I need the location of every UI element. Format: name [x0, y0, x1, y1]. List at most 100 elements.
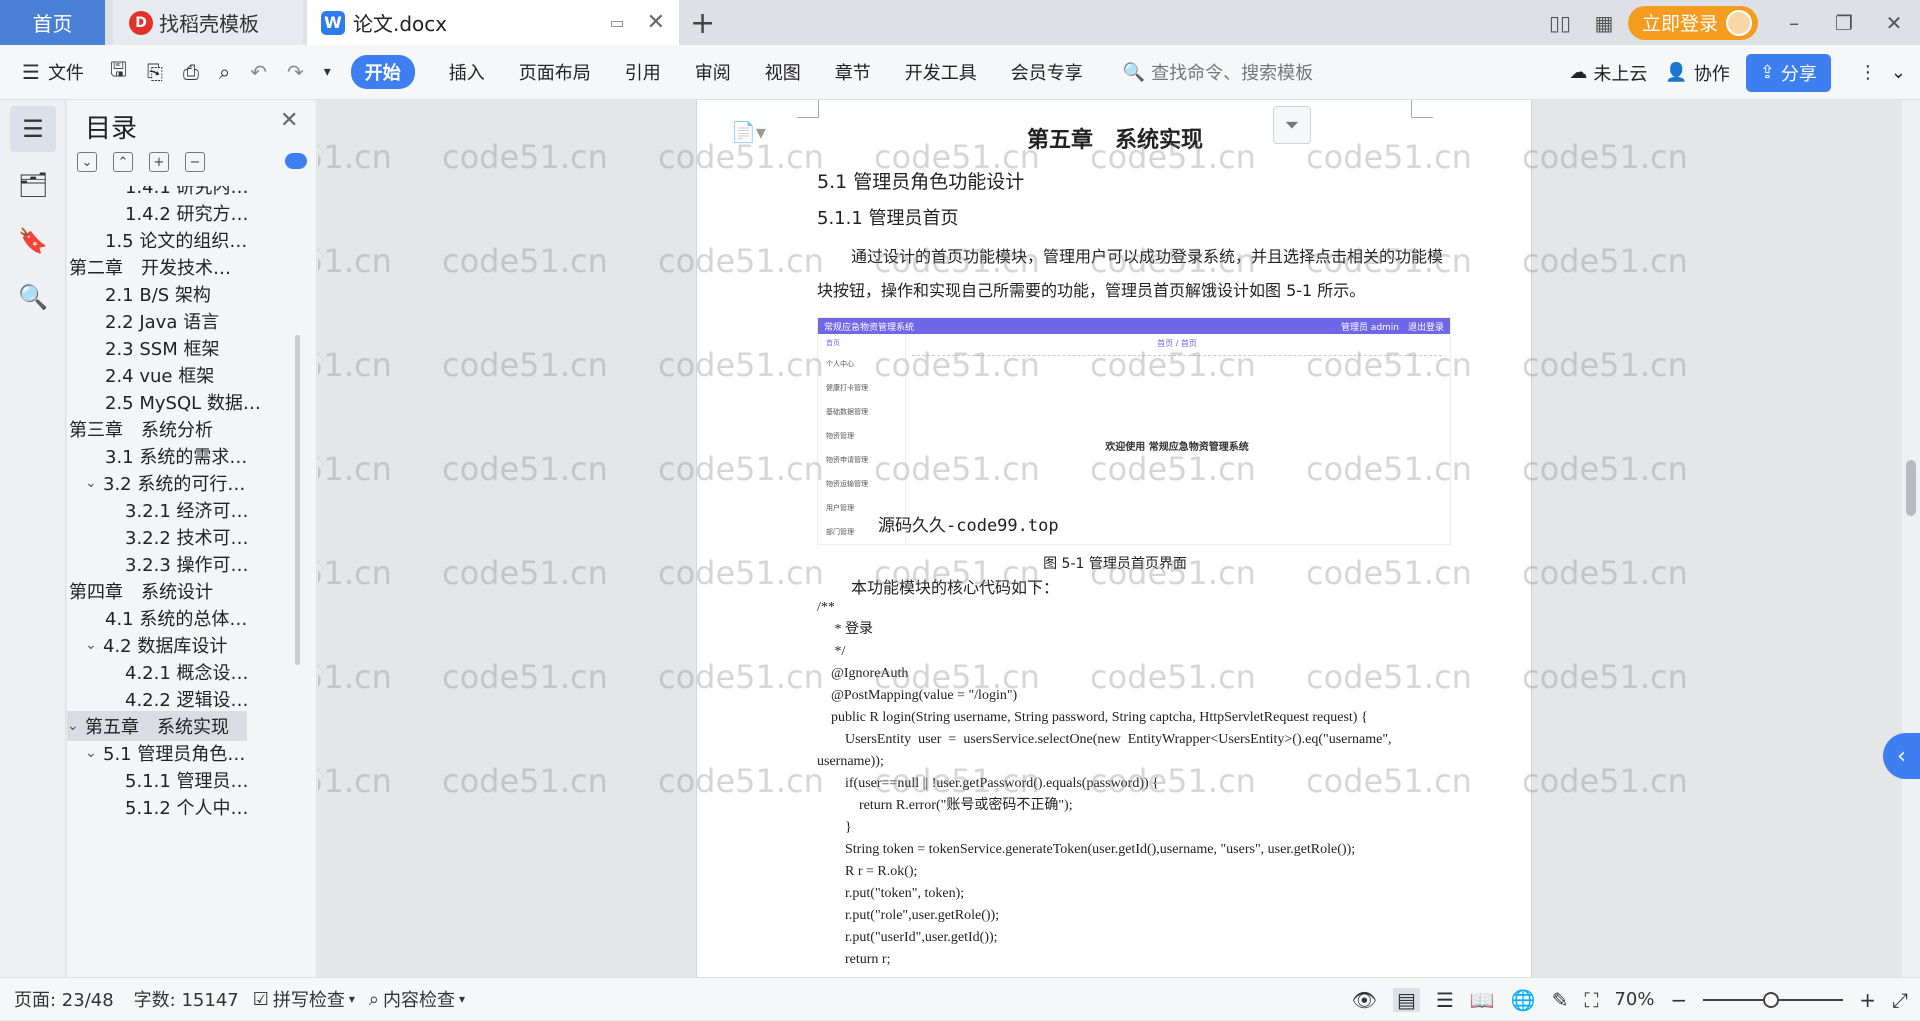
more-options-icon[interactable]: ⋮	[1859, 62, 1877, 83]
toc-item[interactable]: 2.4 vue 框架	[105, 360, 214, 390]
toc-item[interactable]: 4.2.1 概念设…	[125, 657, 249, 687]
remove-heading-icon[interactable]: −	[185, 152, 205, 172]
toc-pane: 目录 ✕ ⌄ ⌃ + − 1.4.1 研究内… 1.4.2 研究方… 1.5 论文的…	[67, 100, 317, 977]
word-count[interactable]: 字数: 15147	[134, 986, 239, 1012]
save-icon[interactable]: 🖫	[110, 55, 127, 89]
vertical-scrollbar[interactable]	[1902, 100, 1920, 977]
toc-item[interactable]: ⌄第三章 系统分析	[67, 414, 213, 444]
page-count[interactable]: 页面: 23/48	[14, 986, 114, 1012]
print-icon[interactable]: ⎙	[183, 60, 199, 84]
close-pane-icon[interactable]: ✕	[280, 108, 298, 133]
toc-toggle[interactable]	[285, 153, 307, 169]
toc-item[interactable]: ⌄ 4.2 数据库设计	[85, 630, 227, 660]
content-check-button[interactable]: ⌕ 内容检查 ▾	[369, 986, 465, 1012]
ribbon-tab-insert[interactable]: 插入	[449, 59, 485, 85]
toc-item[interactable]: 3.2.3 操作可…	[125, 549, 249, 579]
toc-item[interactable]: 2.5 MySQL 数据…	[105, 387, 261, 417]
login-button[interactable]: 立即登录	[1627, 5, 1758, 40]
file-menu[interactable]: 文件	[48, 59, 84, 85]
toc-item[interactable]: ⌄第四章 系统设计	[67, 576, 213, 606]
figure-screenshot[interactable]: 常规应急物资管理系统 管理员 admin 退出登录 首页 个人中心 健康打卡管理 基础…	[817, 317, 1451, 545]
close-tab-icon[interactable]: ✕	[647, 10, 665, 35]
float-window-icon[interactable]: ▭	[609, 13, 624, 32]
zoom-level[interactable]: 70%	[1614, 989, 1654, 1010]
layout-icon[interactable]: ▯▯	[1542, 8, 1578, 38]
toc-item[interactable]: 5.1.1 管理员…	[125, 765, 249, 795]
ribbon-tab-references[interactable]: 引用	[625, 59, 661, 85]
toc-scrollbar[interactable]	[295, 335, 300, 665]
reading-view-icon[interactable]: 📖	[1470, 988, 1495, 1012]
tab-document[interactable]: W 论文.docx ▭ ✕	[307, 0, 679, 45]
toc-item[interactable]: ⌄ 第五章 系统实现	[67, 711, 247, 741]
ribbon-tab-review[interactable]: 审阅	[695, 59, 731, 85]
eye-protection-icon[interactable]: 👁	[1352, 988, 1377, 1012]
add-heading-icon[interactable]: +	[149, 152, 169, 172]
toc-item[interactable]: 5.1.2 个人中…	[125, 792, 249, 822]
close-window-icon[interactable]: ✕	[1876, 8, 1912, 38]
ribbon-tab-view[interactable]: 视图	[765, 59, 801, 85]
toc-item[interactable]: 1.4.2 研究方…	[125, 198, 249, 228]
menu-icon[interactable]: ☰	[22, 60, 40, 84]
tab-home[interactable]: 首页	[0, 0, 105, 45]
toc-item[interactable]: ⌄ 3.2 系统的可行…	[85, 468, 245, 498]
writing-mode-icon[interactable]: ✎	[1552, 988, 1569, 1012]
chevron-down-icon[interactable]: ⌄	[67, 718, 85, 734]
toc-item[interactable]: 3.2.1 经济可…	[125, 495, 249, 525]
chevron-down-icon[interactable]: ⌄	[85, 475, 103, 491]
tab-template-store[interactable]: D 找稻壳模板	[113, 0, 303, 45]
find-icon[interactable]: 🔍	[10, 274, 56, 320]
more-quick-icon[interactable]: ▾	[324, 64, 331, 80]
toc-item[interactable]: ⌄ 5.1 管理员角色…	[85, 738, 245, 768]
toc-item[interactable]: 4.2.2 逻辑设…	[125, 684, 249, 714]
toc-item[interactable]: 4.1 系统的总体…	[105, 603, 247, 633]
minimize-icon[interactable]: –	[1776, 8, 1812, 38]
toc-item[interactable]: 1.5 论文的组织…	[105, 225, 247, 255]
zoom-slider-knob[interactable]	[1763, 991, 1780, 1008]
zoom-slider[interactable]	[1703, 991, 1844, 1008]
cloud-status[interactable]: 未上云	[1593, 60, 1647, 86]
share-button[interactable]: ⇪ 分享	[1745, 53, 1831, 92]
collapse-ribbon-icon[interactable]: ⌄	[1891, 62, 1906, 83]
undo-icon[interactable]: ↶	[250, 60, 267, 84]
redo-icon[interactable]: ↷	[287, 60, 304, 84]
zoom-out-icon[interactable]: −	[1670, 988, 1687, 1012]
page-view-icon[interactable]: ▤	[1393, 987, 1420, 1012]
document-page[interactable]: 📄▾ 第五章 系统实现 5.1 管理员角色功能设计 5.1.1 管理员首页 通过…	[696, 100, 1532, 977]
web-view-icon[interactable]: 🌐	[1511, 988, 1536, 1012]
ribbon-tab-layout[interactable]: 页面布局	[519, 59, 591, 85]
new-tab-button[interactable]: +	[690, 6, 715, 41]
expand-all-icon[interactable]: ⌄	[77, 152, 97, 172]
code-line: r.put("role",user.getRole());	[817, 908, 1000, 923]
ribbon-tab-section[interactable]: 章节	[835, 59, 871, 85]
toc-item[interactable]: 2.2 Java 语言	[105, 306, 219, 336]
apps-grid-icon[interactable]: ▦	[1586, 8, 1622, 38]
toc-item-label: 4.2.2 逻辑设…	[125, 690, 249, 711]
spell-check-button[interactable]: ☑ 拼写检查 ▾	[253, 986, 355, 1012]
outline-view-icon[interactable]: ☰	[1436, 988, 1454, 1012]
ribbon-tab-member[interactable]: 会员专享	[1011, 59, 1083, 85]
collaborate-button[interactable]: 协作	[1694, 60, 1730, 86]
ribbon-tab-home[interactable]: 开始	[350, 55, 415, 89]
command-search[interactable]: 🔍 查找命令、搜索模板	[1123, 59, 1313, 85]
toc-item[interactable]: ⌄第二章 开发技术…	[67, 252, 231, 282]
restore-icon[interactable]: ❐	[1826, 8, 1862, 38]
toc-item[interactable]: 2.3 SSM 框架	[105, 333, 219, 363]
print-preview-icon[interactable]: ⌕	[219, 60, 230, 84]
chevron-down-icon[interactable]: ⌄	[85, 637, 103, 653]
outline-panel-icon[interactable]: 🗂	[10, 162, 56, 208]
watermark: code51.cn	[318, 658, 392, 696]
toc-item[interactable]: 2.1 B/S 架构	[105, 279, 211, 309]
zoom-in-icon[interactable]: +	[1859, 988, 1876, 1012]
chevron-down-icon[interactable]: ⌄	[85, 745, 103, 761]
bookmark-icon[interactable]: 🔖	[10, 218, 56, 264]
toc-item[interactable]: 3.2.2 技术可…	[125, 522, 249, 552]
filter-icon[interactable]: ⏷	[1273, 106, 1311, 144]
scroll-thumb[interactable]	[1906, 460, 1916, 516]
toc-item[interactable]: 3.1 系统的需求…	[105, 441, 247, 471]
toc-panel-icon[interactable]: ☰	[10, 106, 56, 152]
ribbon-tab-developer[interactable]: 开发工具	[905, 59, 977, 85]
export-pdf-icon[interactable]: ⎘	[147, 60, 163, 84]
collapse-all-icon[interactable]: ⌃	[113, 152, 133, 172]
fullscreen-icon[interactable]: ⤢	[1892, 988, 1908, 1012]
fit-page-icon[interactable]: ⛶	[1584, 988, 1598, 1012]
